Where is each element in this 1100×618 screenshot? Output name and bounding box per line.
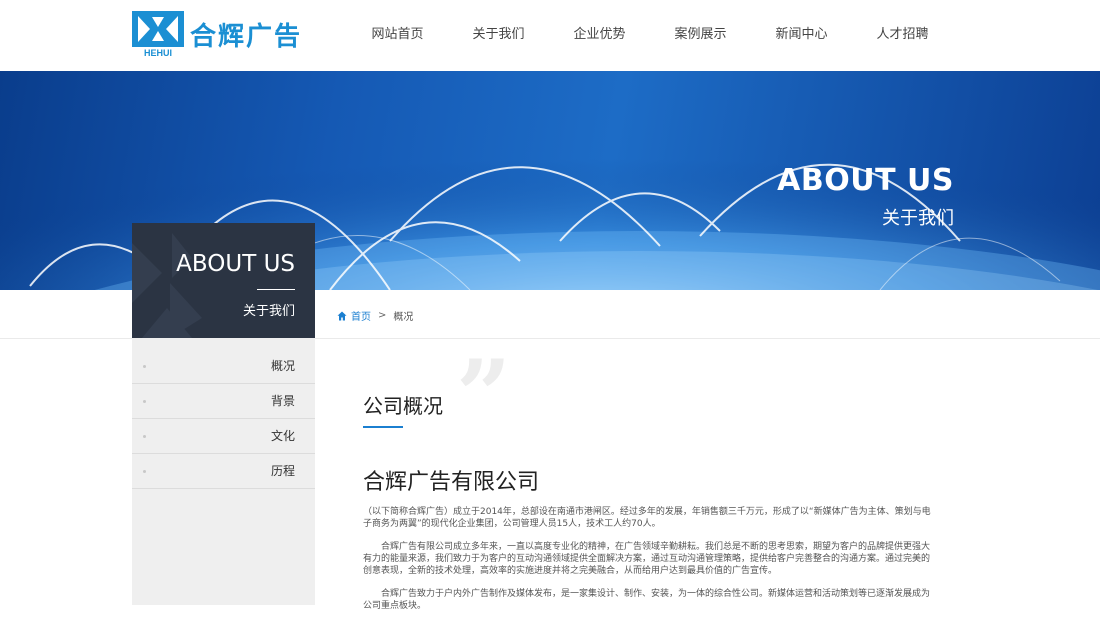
sidebar-item-label: 文化 bbox=[270, 429, 295, 443]
intro-paragraph: 合辉广告有限公司成立多年来，一直以高度专业化的精神，在广告领域辛勤耕耘。我们总是… bbox=[363, 542, 931, 576]
logo-name: 合辉广告 bbox=[190, 21, 303, 52]
nav-item-jobs[interactable]: 人才招聘 bbox=[852, 0, 953, 71]
intro-paragraph: 合辉广告致力于户内外广告制作及媒体发布，是一家集设计、制作、安装，为一体的综合性… bbox=[363, 589, 931, 611]
bullet-icon bbox=[143, 400, 146, 403]
breadcrumb-home-label: 首页 bbox=[351, 312, 371, 323]
nav-item-advantages[interactable]: 企业优势 bbox=[549, 0, 650, 71]
section-title: 公司概况 bbox=[363, 394, 443, 418]
breadcrumb-current: 概况 bbox=[393, 312, 414, 323]
sidebar-header: ABOUT US 关于我们 bbox=[132, 223, 315, 338]
sidebar-title-divider bbox=[257, 289, 295, 290]
breadcrumb-home[interactable]: 首页 bbox=[337, 308, 371, 323]
sidebar-item-label: 概况 bbox=[270, 359, 295, 373]
banner-title-cn: 关于我们 bbox=[882, 208, 954, 229]
main-nav: 网站首页 关于我们 企业优势 案例展示 新闻中心 人才招聘 bbox=[347, 0, 953, 71]
sidebar-menu: 概况 背景 文化 历程 bbox=[132, 338, 315, 605]
breadcrumb-separator: > bbox=[378, 310, 387, 321]
breadcrumb: 首页 > 概况 bbox=[337, 308, 413, 323]
bullet-icon bbox=[143, 365, 146, 368]
sidebar-item-overview[interactable]: 概况 bbox=[132, 338, 315, 384]
intro-paragraph: （以下简称合辉广告）成立于2014年，总部设在南通市港闸区。经过多年的发展，年销… bbox=[363, 507, 931, 529]
company-name: 合辉广告有限公司 bbox=[363, 470, 540, 495]
sidebar-title-en: ABOUT US bbox=[176, 251, 295, 277]
svg-text:HEHUI: HEHUI bbox=[144, 48, 172, 57]
sidebar-pattern-icon bbox=[132, 233, 202, 338]
nav-item-about[interactable]: 关于我们 bbox=[448, 0, 549, 71]
sidebar-item-background[interactable]: 背景 bbox=[132, 384, 315, 419]
site-logo[interactable]: HEHUI 合辉广告 bbox=[132, 11, 303, 58]
nav-item-news[interactable]: 新闻中心 bbox=[751, 0, 852, 71]
sidebar-item-label: 背景 bbox=[270, 394, 295, 408]
section-title-underline bbox=[363, 426, 403, 428]
sidebar-item-culture[interactable]: 文化 bbox=[132, 419, 315, 454]
sidebar-item-history[interactable]: 历程 bbox=[132, 454, 315, 489]
banner-title-en: ABOUT US bbox=[777, 163, 954, 198]
home-icon bbox=[337, 311, 347, 320]
nav-item-home[interactable]: 网站首页 bbox=[347, 0, 448, 71]
sidebar-item-label: 历程 bbox=[270, 464, 295, 478]
logo-mark-icon: HEHUI bbox=[132, 11, 184, 58]
site-header: HEHUI 合辉广告 网站首页 关于我们 企业优势 案例展示 新闻中心 人才招聘 bbox=[0, 0, 1100, 71]
quote-mark-icon: ” bbox=[456, 339, 512, 452]
bullet-icon bbox=[143, 435, 146, 438]
bullet-icon bbox=[143, 470, 146, 473]
sidebar-title-cn: 关于我们 bbox=[242, 304, 295, 319]
nav-item-cases[interactable]: 案例展示 bbox=[650, 0, 751, 71]
